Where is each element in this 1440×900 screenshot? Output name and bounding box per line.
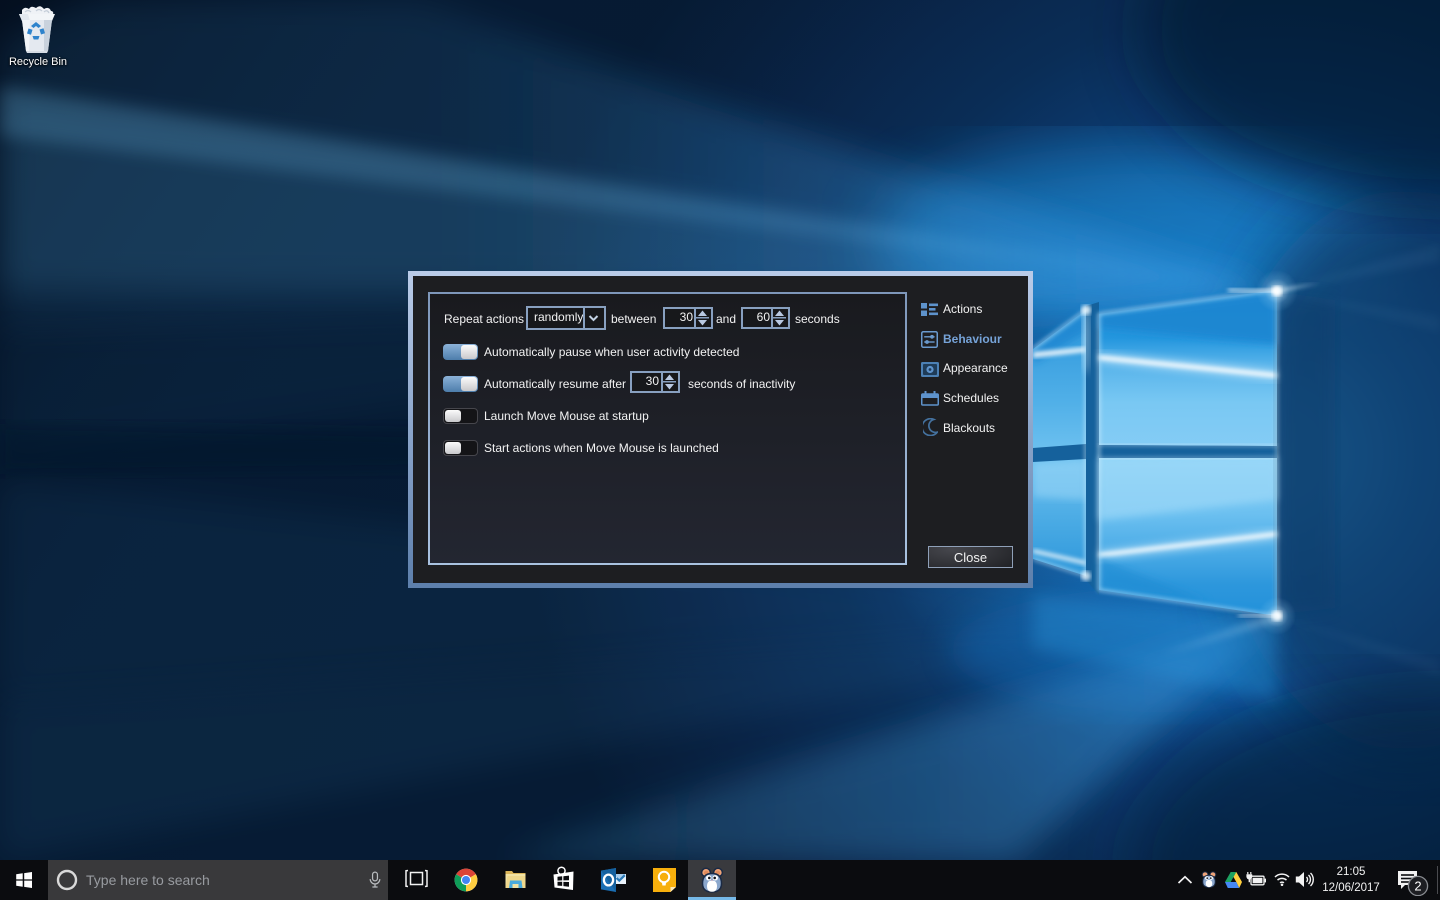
- svg-text:2: 2: [1414, 879, 1421, 894]
